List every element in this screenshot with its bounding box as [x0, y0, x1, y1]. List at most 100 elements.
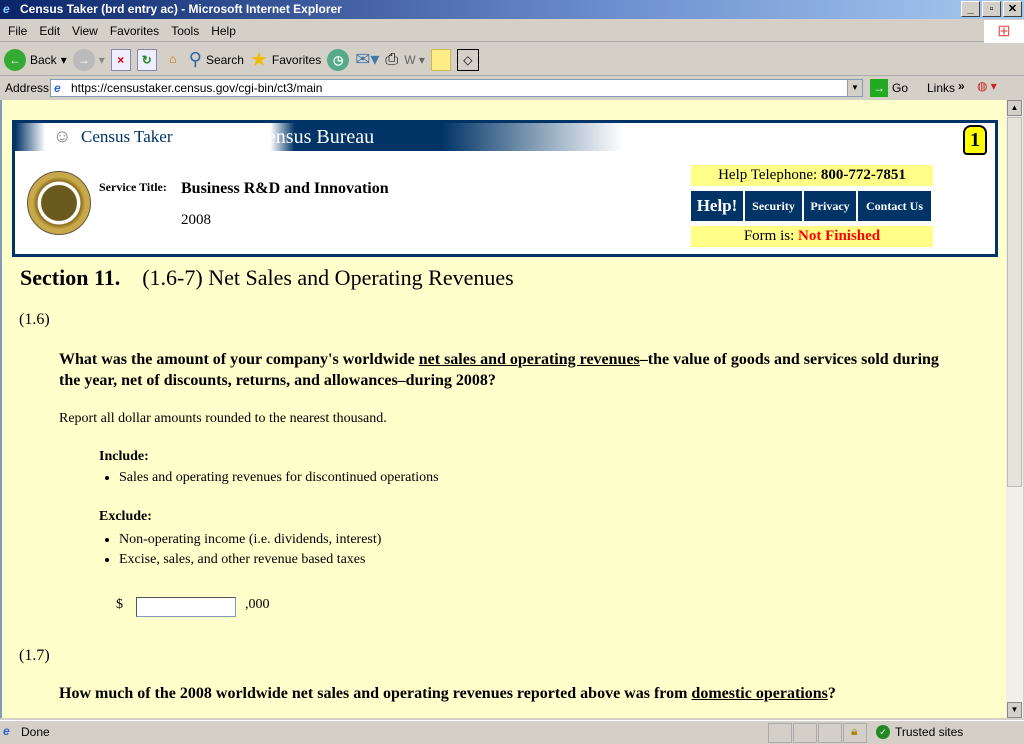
question-id: (1.6) — [19, 311, 50, 328]
address-input[interactable]: e https://censustaker.census.gov/cgi-bin… — [50, 79, 863, 97]
stop-icon[interactable]: × — [110, 48, 131, 71]
page-content: ☺ Census Taker U. S. Census Bureau 1 Ser… — [0, 100, 1006, 718]
census-banner: ☺ Census Taker U. S. Census Bureau — [15, 123, 623, 151]
links-button[interactable]: Links — [927, 81, 955, 95]
service-title: Business R&D and Innovation — [181, 180, 389, 197]
acrobat-icon[interactable]: ◍ ▾ — [977, 79, 997, 93]
menu-help[interactable]: Help — [207, 20, 244, 41]
form-status-label: Form is: — [743, 228, 795, 244]
menu-favorites[interactable]: Favorites — [106, 20, 167, 41]
go-button[interactable]: → Go — [870, 79, 908, 97]
page-icon: e — [3, 724, 10, 738]
favorites-button[interactable]: ★ Favorites — [250, 47, 321, 72]
search-button[interactable]: ⚲ Search — [189, 49, 244, 70]
go-label: Go — [892, 81, 909, 95]
question-text-part: How much of the 2008 worldwide net sales… — [59, 685, 692, 702]
lock-icon: 1 — [963, 125, 987, 155]
question-text: How much of the 2008 worldwide net sales… — [59, 685, 959, 703]
search-label: Search — [205, 52, 244, 67]
search-icon: ⚲ — [188, 49, 202, 69]
net-sales-input[interactable] — [136, 597, 236, 617]
status-text: Done — [21, 725, 50, 739]
contact-us-button[interactable]: Contact Us — [858, 191, 931, 221]
chevron-right-icon[interactable]: » — [958, 79, 965, 93]
history-icon[interactable]: ◷ — [327, 48, 350, 71]
page-icon: e — [54, 81, 61, 95]
messenger-icon[interactable]: ◇ — [456, 48, 479, 71]
status-bar: e Done 🔒︎ ✓ Trusted sites — [0, 720, 1024, 744]
window-title: Census Taker (brd entry ac) - Microsoft … — [20, 2, 342, 16]
forward-button[interactable]: → ▾ — [72, 48, 105, 71]
definition-link[interactable]: domestic operations — [691, 685, 827, 702]
security-zone: Trusted sites — [895, 725, 964, 739]
menu-tools[interactable]: Tools — [167, 20, 207, 41]
address-label: Address — [5, 81, 50, 95]
currency-symbol: $ — [116, 597, 123, 612]
question-id: (1.7) — [19, 647, 50, 664]
refresh-icon[interactable]: ↻ — [136, 48, 157, 71]
edit-icon[interactable]: W ▾ — [404, 53, 425, 67]
scroll-thumb[interactable] — [1007, 117, 1022, 487]
census-header: ☺ Census Taker U. S. Census Bureau 1 Ser… — [12, 120, 998, 257]
trusted-check-icon: ✓ — [876, 725, 890, 739]
list-item: Excise, sales, and other revenue based t… — [119, 550, 381, 570]
menu-view[interactable]: View — [68, 20, 106, 41]
exclude-block: Exclude: Non-operating income (i.e. divi… — [99, 509, 381, 570]
toolbar: ← Back ▾ → ▾ × ↻ ⌂ ⚲ Search ★ Favorites ◷ ✉▾ … — [0, 44, 1024, 76]
include-block: Include: Sales and operating revenues fo… — [99, 449, 439, 486]
dropdown-icon[interactable]: ▾ — [61, 53, 67, 67]
commerce-seal-icon — [27, 171, 91, 235]
rounding-note: Report all dollar amounts rounded to the… — [59, 411, 387, 426]
menu-bar: File Edit View Favorites Tools Help — [0, 20, 1024, 42]
scroll-down-arrow[interactable]: ▼ — [1007, 702, 1022, 718]
status-cell — [818, 723, 842, 743]
exclude-label: Exclude: — [99, 509, 152, 524]
address-bar: Address e https://censustaker.census.gov… — [0, 77, 1024, 99]
section-number: Section 11. — [20, 265, 121, 290]
section-title: (1.6-7) Net Sales and Operating Revenues — [142, 265, 514, 290]
definition-link[interactable]: net sales and operating revenues — [419, 351, 640, 368]
form-status: Form is: Not Finished — [691, 226, 933, 247]
security-button[interactable]: Security — [745, 191, 802, 221]
privacy-button[interactable]: Privacy — [804, 191, 856, 221]
status-cell — [793, 723, 817, 743]
go-arrow-icon: → — [870, 79, 888, 97]
address-dropdown[interactable]: ▼ — [847, 80, 862, 96]
home-icon[interactable]: ⌂ — [163, 49, 183, 71]
menu-edit[interactable]: Edit — [35, 20, 68, 41]
menu-file[interactable]: File — [4, 20, 35, 41]
list-item: Non-operating income (i.e. dividends, in… — [119, 530, 381, 550]
windows-logo-icon: ⊞ — [984, 20, 1024, 43]
thousands-suffix: ,000 — [245, 597, 270, 612]
question-text-part: ? — [827, 685, 836, 702]
forward-arrow-icon: → — [72, 48, 95, 71]
back-button[interactable]: ← Back ▾ — [4, 48, 67, 71]
back-arrow-icon: ← — [4, 48, 26, 71]
help-panel: Help Telephone: 800-772-7851 Help! Secur… — [691, 165, 933, 247]
list-item: Sales and operating revenues for discont… — [119, 470, 439, 486]
help-button[interactable]: Help! — [691, 191, 743, 221]
back-label: Back — [30, 52, 57, 67]
scroll-up-arrow[interactable]: ▲ — [1007, 100, 1022, 116]
section-heading: Section 11. (1.6-7) Net Sales and Operati… — [20, 265, 514, 291]
mail-icon[interactable]: ✉▾ — [355, 49, 379, 70]
survey-year: 2008 — [181, 212, 211, 228]
close-button[interactable]: ✕ — [1003, 1, 1022, 17]
print-icon[interactable]: ⎙ — [385, 51, 398, 69]
ssl-lock-icon: 🔒︎ — [851, 724, 858, 738]
question-text-part: What was the amount of your company's wo… — [59, 351, 419, 368]
dropdown-icon[interactable]: ▾ — [99, 53, 105, 67]
form-status-value: Not Finished — [798, 228, 881, 244]
restore-button[interactable]: ▫ — [982, 1, 1001, 17]
ie-icon: e — [3, 2, 10, 16]
star-icon: ★ — [249, 49, 268, 71]
note-icon[interactable] — [430, 48, 451, 71]
help-phone-label: Help Telephone: — [718, 167, 818, 183]
vertical-scrollbar[interactable]: ▲ ▼ — [1006, 100, 1023, 718]
service-title-label: Service Title: — [99, 180, 167, 194]
help-telephone: Help Telephone: 800-772-7851 — [691, 165, 933, 186]
bureau-name: U. S. Census Bureau — [208, 126, 375, 148]
help-phone-number: 800-772-7851 — [820, 167, 906, 183]
minimize-button[interactable]: _ — [961, 1, 980, 17]
title-bar: e Census Taker (brd entry ac) - Microsof… — [0, 0, 1024, 19]
